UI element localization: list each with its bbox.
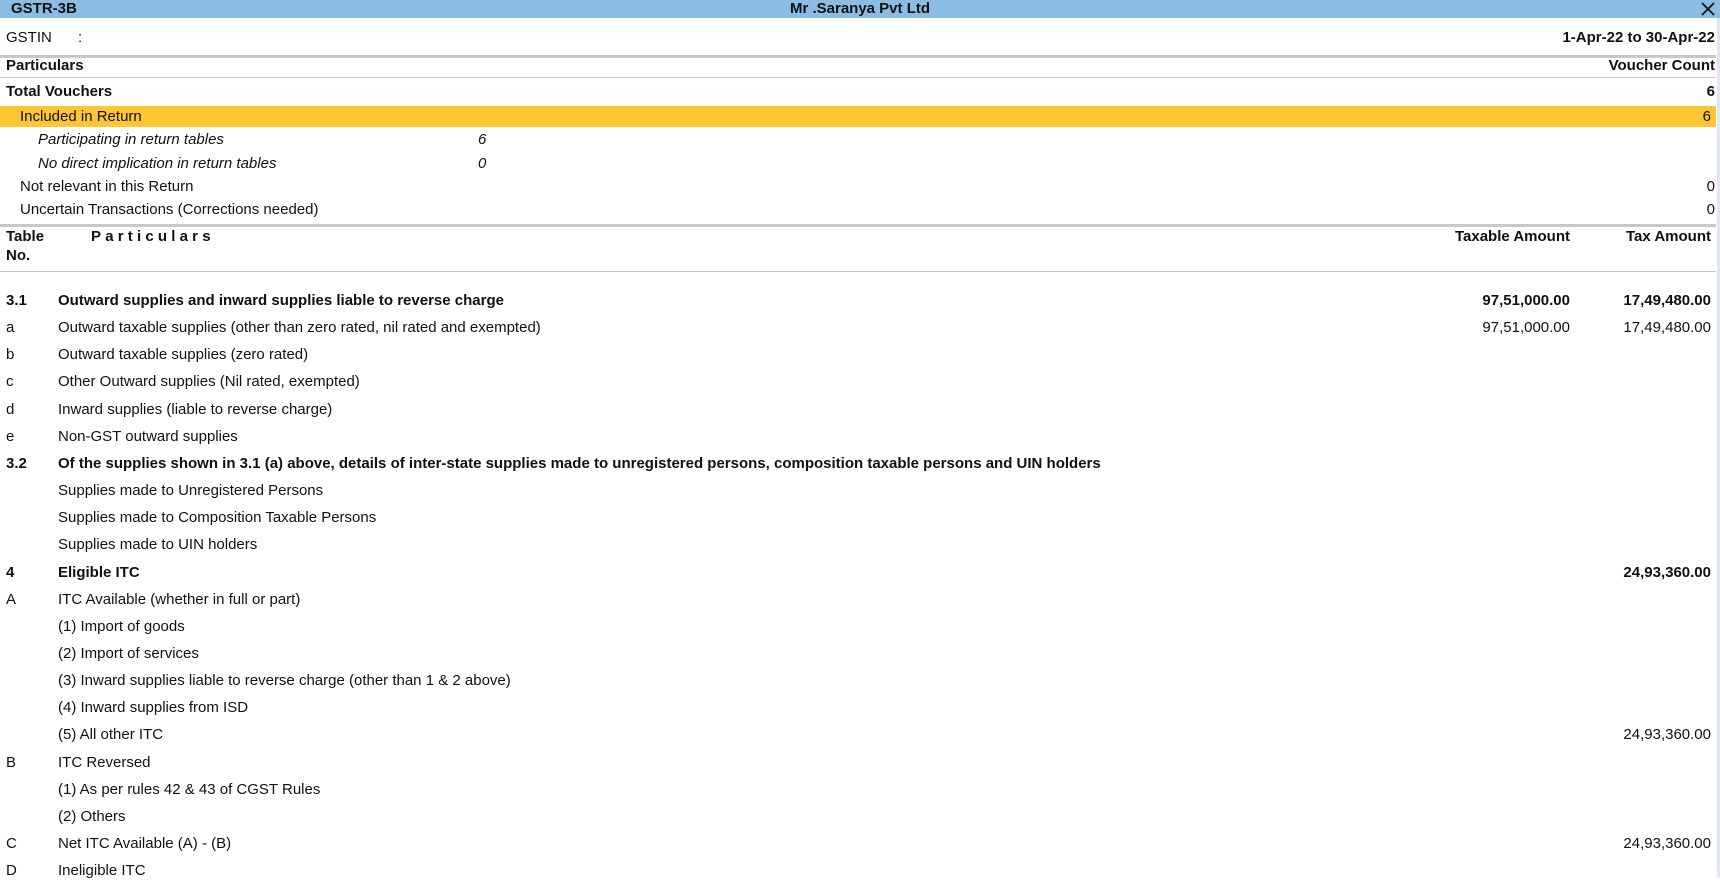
table-row[interactable]: b Outward taxable supplies (zero rated) [0, 341, 1716, 368]
col-particulars: Particulars [6, 57, 84, 74]
gstin-row: GSTIN : 1-Apr-22 to 30-Apr-22 [0, 27, 1720, 49]
gstin-separator: : [78, 29, 83, 46]
table-row[interactable]: Supplies made to UIN holders [0, 531, 1716, 558]
close-button[interactable] [1699, 0, 1717, 18]
row-particulars: Inward supplies (liable to reverse charg… [58, 400, 333, 418]
divider [0, 77, 1716, 78]
summary-label: Not relevant in this Return [20, 178, 194, 195]
table-row[interactable]: Supplies made to Composition Taxable Per… [0, 504, 1716, 531]
row-particulars: Non-GST outward supplies [58, 427, 238, 445]
row-particulars: (2) Import of services [58, 644, 199, 662]
row-particulars: (2) Others [58, 807, 126, 825]
row-particulars: Other Outward supplies (Nil rated, exemp… [58, 373, 360, 391]
table-row[interactable]: 4 Eligible ITC 24,93,360.00 [0, 559, 1716, 586]
table-no: A [6, 590, 17, 608]
col-voucher-count: Voucher Count [1608, 57, 1715, 74]
summary-row-no-direct-implication[interactable]: No direct implication in return tables 0 [0, 153, 1720, 175]
table-row[interactable]: (4) Inward supplies from ISD [0, 694, 1716, 721]
table-no: 3.2 [6, 454, 27, 472]
row-particulars: Net ITC Available (A) - (B) [58, 835, 232, 852]
col-table-no-line1: Table [6, 228, 45, 245]
table-row[interactable]: d Inward supplies (liable to reverse char… [0, 396, 1716, 423]
row-particulars: ITC Available (whether in full or part) [58, 590, 301, 608]
summary-label: Participating in return tables [38, 131, 224, 148]
row-particulars: (3) Inward supplies liable to reverse ch… [58, 672, 511, 690]
summary-value: 0 [1706, 201, 1715, 218]
table-row[interactable]: (1) As per rules 42 & 43 of CGST Rules [0, 776, 1716, 803]
table-row[interactable]: A ITC Available (whether in full or part) [0, 586, 1716, 613]
col-tax-amount: Tax Amount [1626, 228, 1711, 245]
gstin-label: GSTIN [6, 29, 52, 46]
table-row[interactable]: (3) Inward supplies liable to reverse ch… [0, 667, 1716, 694]
table-no: D [6, 862, 17, 880]
table-row[interactable]: (2) Import of services [0, 640, 1716, 667]
table-row[interactable]: 3.2 Of the supplies shown in 3.1 (a) abov… [0, 450, 1716, 477]
table-row[interactable]: 3.1 Outward supplies and inward supplies … [0, 287, 1716, 314]
table-row[interactable]: (5) All other ITC 24,93,360.00 [0, 721, 1716, 748]
table-row[interactable]: B ITC Reversed [0, 749, 1716, 776]
summary-label: Uncertain Transactions (Corrections need… [20, 201, 319, 218]
row-particulars: ITC Reversed [58, 753, 151, 771]
row-particulars: Of the supplies shown in 3.1 (a) above, … [58, 454, 1101, 472]
table-no: d [6, 400, 15, 418]
row-particulars: (5) All other ITC [58, 726, 164, 744]
table-no: C [6, 835, 17, 852]
table-row[interactable]: C Net ITC Available (A) - (B) 24,93,360.00 [0, 830, 1716, 857]
summary-mid-value: 0 [478, 155, 487, 172]
company-name: Mr .Saranya Pvt Ltd [789, 0, 931, 17]
tax-amount: 24,93,360.00 [1623, 563, 1711, 581]
tax-amount: 17,49,480.00 [1623, 292, 1711, 309]
table-row[interactable]: a Outward taxable supplies (other than ze… [0, 314, 1716, 341]
table-row[interactable]: c Other Outward supplies (Nil rated, exem… [0, 368, 1716, 395]
table-no: c [6, 373, 14, 391]
row-particulars: Outward taxable supplies (other than zer… [58, 319, 541, 337]
col-particulars-header: Particulars [91, 228, 215, 245]
table-no: e [6, 427, 15, 445]
table-no: a [6, 319, 15, 337]
summary-row-not-relevant[interactable]: Not relevant in this Return 0 [0, 176, 1720, 198]
summary-row-included-in-return[interactable]: Included in Return 6 [0, 106, 1716, 127]
table-no: 4 [6, 563, 15, 581]
row-particulars: Eligible ITC [58, 563, 140, 581]
summary-value: 6 [1706, 83, 1715, 100]
summary-header: Particulars Voucher Count [0, 55, 1720, 77]
col-taxable-amount: Taxable Amount [1454, 228, 1570, 245]
summary-label: Total Vouchers [6, 83, 113, 100]
report-period[interactable]: 1-Apr-22 to 30-Apr-22 [1562, 27, 1715, 49]
tax-amount: 24,93,360.00 [1623, 835, 1711, 852]
summary-mid-value: 6 [478, 131, 487, 148]
close-icon [1701, 2, 1715, 16]
row-particulars: Supplies made to Unregistered Persons [58, 482, 324, 500]
row-particulars: Ineligible ITC [58, 862, 146, 880]
table-row[interactable]: (2) Others [0, 803, 1716, 830]
summary-row-total-vouchers[interactable]: Total Vouchers 6 [0, 81, 1720, 103]
row-particulars: (1) As per rules 42 & 43 of CGST Rules [58, 780, 321, 798]
summary-label: Included in Return [20, 108, 142, 125]
title-bar: GSTR-3B Mr .Saranya Pvt Ltd [0, 0, 1720, 18]
summary-value: 0 [1706, 178, 1715, 195]
table-row[interactable]: Supplies made to Unregistered Persons [0, 477, 1716, 504]
summary-row-participating[interactable]: Participating in return tables 6 [0, 129, 1720, 151]
tax-amount: 17,49,480.00 [1623, 319, 1711, 337]
table-row[interactable]: D Ineligible ITC [0, 857, 1716, 884]
tax-amount: 24,93,360.00 [1623, 726, 1711, 744]
row-particulars: (1) Import of goods [58, 617, 185, 635]
summary-value: 6 [1702, 108, 1711, 125]
table-row[interactable]: (1) Import of goods [0, 613, 1716, 640]
row-particulars: Supplies made to Composition Taxable Per… [58, 509, 377, 527]
table-no: B [6, 753, 17, 771]
row-particulars: Outward supplies and inward supplies lia… [58, 292, 504, 309]
row-particulars: Outward taxable supplies (zero rated) [58, 346, 309, 364]
table-row[interactable]: e Non-GST outward supplies [0, 423, 1716, 450]
table-no: 3.1 [6, 292, 27, 309]
summary-label: No direct implication in return tables [38, 155, 277, 172]
row-particulars: (4) Inward supplies from ISD [58, 699, 249, 717]
table-no: b [6, 346, 15, 364]
table-header: Table No. Particulars Taxable Amount Tax… [0, 227, 1716, 271]
col-table-no-line2: No. [6, 247, 31, 264]
summary-row-uncertain-transactions[interactable]: Uncertain Transactions (Corrections need… [0, 199, 1720, 221]
row-particulars: Supplies made to UIN holders [58, 536, 258, 554]
divider [0, 271, 1716, 272]
